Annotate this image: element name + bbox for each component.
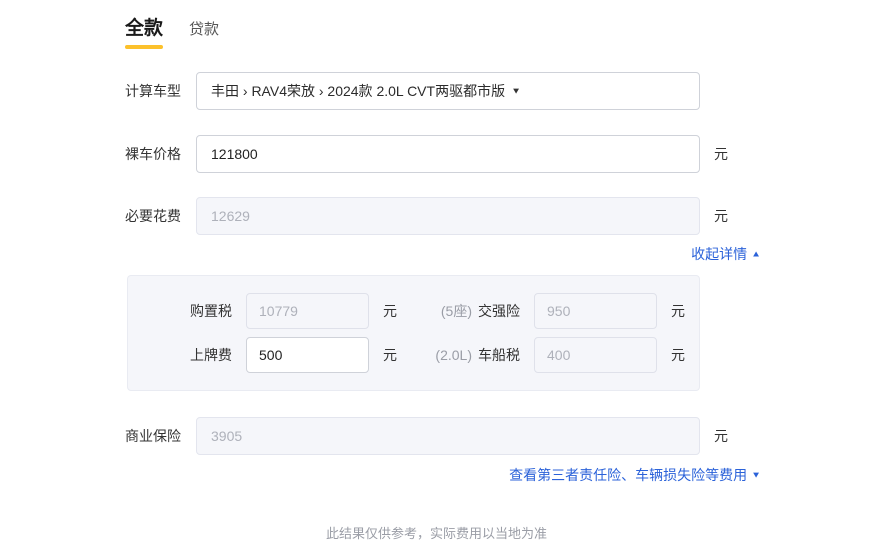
bare-price-input[interactable]: [196, 135, 700, 173]
panel-row-registration: 上牌费 元 (2.0L) 车船税 元: [128, 337, 685, 373]
tab-loan-label: 贷款: [189, 21, 220, 38]
active-tab-underline: [125, 45, 163, 49]
registration-fee-unit: 元: [383, 347, 397, 363]
price-calculator-page: 全款 贷款 计算车型 丰田 › RAV4荣放 › 2024款 2.0L CVT两…: [0, 0, 873, 557]
required-fees-row: 必要花费 元: [125, 197, 728, 235]
purchase-tax-label: 购置税: [190, 303, 232, 319]
view-more-insurance-link[interactable]: 查看第三者责任险、车辆损失险等费用 ▼: [509, 465, 761, 485]
required-fees-label: 必要花费: [125, 208, 181, 224]
vehicle-tax-label: 车船税: [478, 347, 520, 363]
chevron-up-icon: ▲: [751, 249, 761, 259]
required-fees-input: [196, 197, 700, 235]
tab-full-payment[interactable]: 全款: [125, 13, 163, 49]
commercial-insurance-unit: 元: [714, 428, 728, 444]
registration-fee-input[interactable]: [246, 337, 369, 373]
collapse-details-link[interactable]: 收起详情 ▲: [691, 244, 761, 264]
model-select-value: 丰田 › RAV4荣放 › 2024款 2.0L CVT两驱都市版: [211, 83, 506, 99]
bare-price-row: 裸车价格 元: [125, 135, 728, 173]
vehicle-tax-input: [534, 337, 657, 373]
collapse-link-row: 收起详情 ▲: [125, 244, 761, 264]
panel-row-tax: 购置税 元 (5座) 交强险 元: [128, 293, 685, 329]
required-fees-unit: 元: [714, 208, 728, 224]
engine-prefix: (2.0L): [435, 347, 472, 363]
disclaimer-note: 此结果仅供参考，实际费用以当地为准: [325, 526, 547, 541]
registration-fee-label: 上牌费: [190, 347, 232, 363]
fees-detail-panel: 购置税 元 (5座) 交强险 元 上牌费 元 (2.0L) 车船税 元: [127, 275, 700, 391]
purchase-tax-input: [246, 293, 369, 329]
tab-loan[interactable]: 贷款: [189, 18, 219, 49]
payment-tabs: 全款 贷款: [125, 0, 728, 49]
bare-price-unit: 元: [714, 146, 728, 162]
model-row: 计算车型 丰田 › RAV4荣放 › 2024款 2.0L CVT两驱都市版 ▼: [125, 72, 728, 110]
view-more-insurance-label: 查看第三者责任险、车辆损失险等费用: [509, 467, 748, 483]
model-select[interactable]: 丰田 › RAV4荣放 › 2024款 2.0L CVT两驱都市版 ▼: [196, 72, 700, 110]
commercial-insurance-input: [196, 417, 700, 455]
compulsory-insurance-label: 交强险: [478, 303, 520, 319]
seats-prefix: (5座): [440, 303, 472, 319]
tab-full-payment-label: 全款: [125, 18, 164, 39]
compulsory-insurance-input: [534, 293, 657, 329]
commercial-insurance-row: 商业保险 元: [125, 417, 728, 455]
view-more-link-row: 查看第三者责任险、车辆损失险等费用 ▼: [125, 465, 761, 485]
commercial-insurance-label: 商业保险: [125, 428, 181, 444]
vehicle-tax-unit: 元: [671, 347, 685, 363]
chevron-down-icon: ▼: [511, 86, 521, 96]
bare-price-label: 裸车价格: [125, 146, 181, 162]
model-label: 计算车型: [125, 83, 181, 99]
compulsory-insurance-unit: 元: [671, 303, 685, 319]
chevron-down-icon: ▼: [751, 470, 761, 480]
purchase-tax-unit: 元: [383, 303, 397, 319]
collapse-details-label: 收起详情: [691, 246, 748, 262]
